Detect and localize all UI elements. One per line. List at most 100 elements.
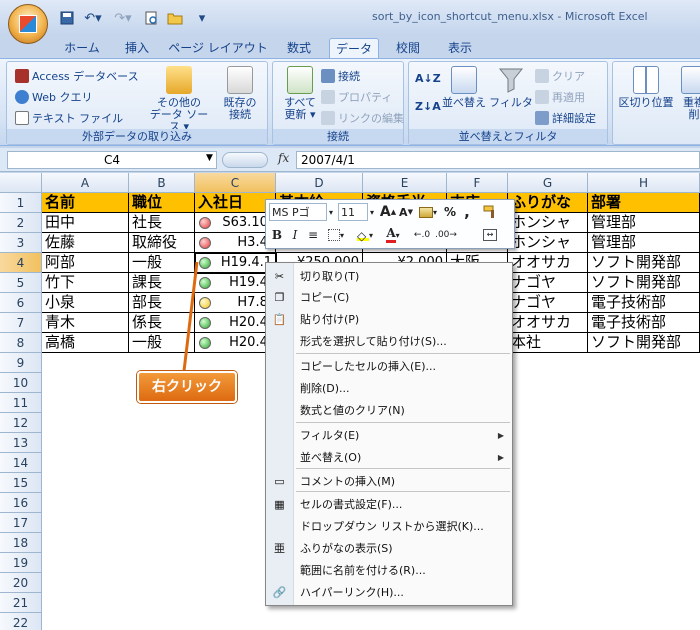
table-cell[interactable]: 係長: [129, 313, 195, 333]
font-name-dropdown-icon[interactable]: ▾: [326, 203, 336, 221]
comma-style-icon[interactable]: ,: [460, 203, 474, 221]
table-cell[interactable]: 一般: [129, 333, 195, 353]
table-cell[interactable]: 管理部: [588, 213, 700, 233]
row-header[interactable]: 1: [0, 193, 42, 213]
tab-page-layout[interactable]: ページ レイアウト: [168, 38, 268, 58]
font-size-dropdown-icon[interactable]: ▾: [367, 203, 377, 221]
context-menu-item[interactable]: ❐ コピー(C): [266, 288, 514, 308]
decrease-decimal-icon[interactable]: .00→: [435, 226, 457, 244]
context-menu-item[interactable]: 削除(D)...: [266, 379, 514, 399]
column-header-e[interactable]: E: [363, 173, 447, 193]
row-header[interactable]: 5: [0, 273, 42, 293]
table-cell[interactable]: ナゴヤ: [508, 273, 588, 293]
insert-function-icon[interactable]: fx: [278, 151, 289, 165]
increase-decimal-icon[interactable]: ←.0: [412, 226, 432, 244]
table-cell[interactable]: H20.4.: [195, 333, 276, 353]
shrink-font-icon[interactable]: A ▼: [398, 203, 414, 221]
refresh-all-button[interactable]: すべて 更新 ▾: [275, 66, 325, 130]
context-menu-item[interactable]: 亜 ふりがなの表示(S): [266, 539, 514, 559]
select-all-corner[interactable]: [0, 173, 42, 193]
tab-home[interactable]: ホーム: [58, 38, 106, 58]
row-header[interactable]: 21: [0, 593, 42, 613]
context-menu-item[interactable]: コピーしたセルの挿入(E)...: [266, 357, 514, 377]
web-query-button[interactable]: Web クエリ: [15, 89, 92, 105]
sort-ascending-icon[interactable]: A↓Z: [415, 72, 441, 85]
row-header[interactable]: 16: [0, 493, 42, 513]
header-cell-title[interactable]: 職位: [129, 193, 195, 213]
table-cell[interactable]: S63.10.: [195, 213, 276, 233]
row-header[interactable]: 22: [0, 613, 42, 630]
advanced-filter-button[interactable]: 詳細設定: [535, 110, 596, 126]
row-header[interactable]: 7: [0, 313, 42, 333]
tab-view[interactable]: 表示: [440, 38, 480, 58]
table-cell[interactable]: 取締役: [129, 233, 195, 253]
name-box-dropdown-icon[interactable]: ▼: [206, 153, 213, 163]
context-menu-item[interactable]: 形式を選択して貼り付け(S)...: [266, 332, 514, 352]
table-cell[interactable]: ナゴヤ: [508, 293, 588, 313]
table-cell[interactable]: 高橋: [42, 333, 129, 353]
borders-icon[interactable]: ▾: [324, 226, 348, 244]
sort-button[interactable]: 並べ替え: [439, 66, 489, 130]
table-cell[interactable]: 阿部: [42, 253, 129, 273]
table-cell[interactable]: ソフト開発部: [588, 253, 700, 273]
table-cell[interactable]: H3.4.: [195, 233, 276, 253]
tab-review[interactable]: 校閲: [388, 38, 428, 58]
undo-icon[interactable]: ↶▾: [80, 9, 106, 27]
tab-insert[interactable]: 挿入: [117, 38, 157, 58]
column-header-a[interactable]: A: [42, 173, 129, 193]
context-menu-item[interactable]: ✂ 切り取り(T): [266, 267, 514, 287]
name-box[interactable]: C4: [7, 151, 217, 169]
connections-button[interactable]: 接続: [321, 68, 360, 84]
row-header[interactable]: 10: [0, 373, 42, 393]
row-header[interactable]: 18: [0, 533, 42, 553]
bold-icon[interactable]: B: [269, 226, 285, 244]
text-file-button[interactable]: テキスト ファイル: [15, 110, 123, 126]
remove-duplicates-button[interactable]: 重複削: [679, 66, 700, 130]
context-menu-item[interactable]: ▦ セルの書式設定(F)...: [266, 495, 514, 515]
column-header-h[interactable]: H: [588, 173, 700, 193]
open-folder-icon[interactable]: [164, 9, 186, 27]
context-menu-item[interactable]: 数式と値のクリア(N): [266, 401, 514, 421]
context-menu-item[interactable]: フィルタ(E) ▶: [266, 426, 514, 446]
format-painter-icon[interactable]: [480, 203, 500, 221]
row-header[interactable]: 17: [0, 513, 42, 533]
row-header[interactable]: 2: [0, 213, 42, 233]
center-align-icon[interactable]: ≡: [305, 226, 321, 244]
tab-data[interactable]: データ: [329, 38, 379, 58]
formula-bar-splitter[interactable]: [222, 152, 268, 168]
table-cell[interactable]: 電子技術部: [588, 293, 700, 313]
font-size-box[interactable]: 11: [338, 203, 368, 221]
context-menu-item[interactable]: ▭ コメントの挿入(M): [266, 472, 514, 492]
row-header[interactable]: 9: [0, 353, 42, 373]
percent-style-icon[interactable]: %: [442, 203, 458, 221]
row-header[interactable]: 19: [0, 553, 42, 573]
clear-filter-button[interactable]: クリア: [535, 68, 585, 84]
header-cell-furigana[interactable]: ふりがな: [508, 193, 588, 213]
table-cell[interactable]: ソフト開発部: [588, 273, 700, 293]
row-header[interactable]: 8: [0, 333, 42, 353]
table-cell[interactable]: 小泉: [42, 293, 129, 313]
table-cell[interactable]: H19.4.: [195, 273, 276, 293]
filter-button[interactable]: フィルタ: [489, 66, 533, 130]
row-header[interactable]: 20: [0, 573, 42, 593]
table-cell[interactable]: 本社: [508, 333, 588, 353]
header-cell-department[interactable]: 部署: [588, 193, 700, 213]
column-header-c[interactable]: C: [195, 173, 276, 193]
column-header-f[interactable]: F: [447, 173, 508, 193]
row-header[interactable]: 4: [0, 253, 42, 273]
row-header[interactable]: 12: [0, 413, 42, 433]
customize-qat-icon[interactable]: ▾: [196, 9, 208, 27]
print-preview-icon[interactable]: [142, 9, 160, 27]
context-menu-item[interactable]: 📋 貼り付け(P): [266, 310, 514, 330]
fill-color-icon[interactable]: ◇ ▾: [352, 226, 378, 244]
other-sources-button[interactable]: その他の データ ソース ▾: [147, 66, 211, 133]
font-name-box[interactable]: MS Pゴ: [269, 203, 327, 221]
context-menu-item[interactable]: ドロップダウン リストから選択(K)...: [266, 517, 514, 537]
access-database-button[interactable]: Access データベース: [15, 68, 139, 84]
context-menu-item[interactable]: 🔗 ハイパーリンク(H)...: [266, 583, 514, 603]
table-cell[interactable]: 電子技術部: [588, 313, 700, 333]
table-cell[interactable]: H20.4.: [195, 313, 276, 333]
table-cell[interactable]: ホンシャ: [508, 233, 588, 253]
save-icon[interactable]: [58, 9, 76, 27]
context-menu-item[interactable]: 並べ替え(O) ▶: [266, 448, 514, 468]
